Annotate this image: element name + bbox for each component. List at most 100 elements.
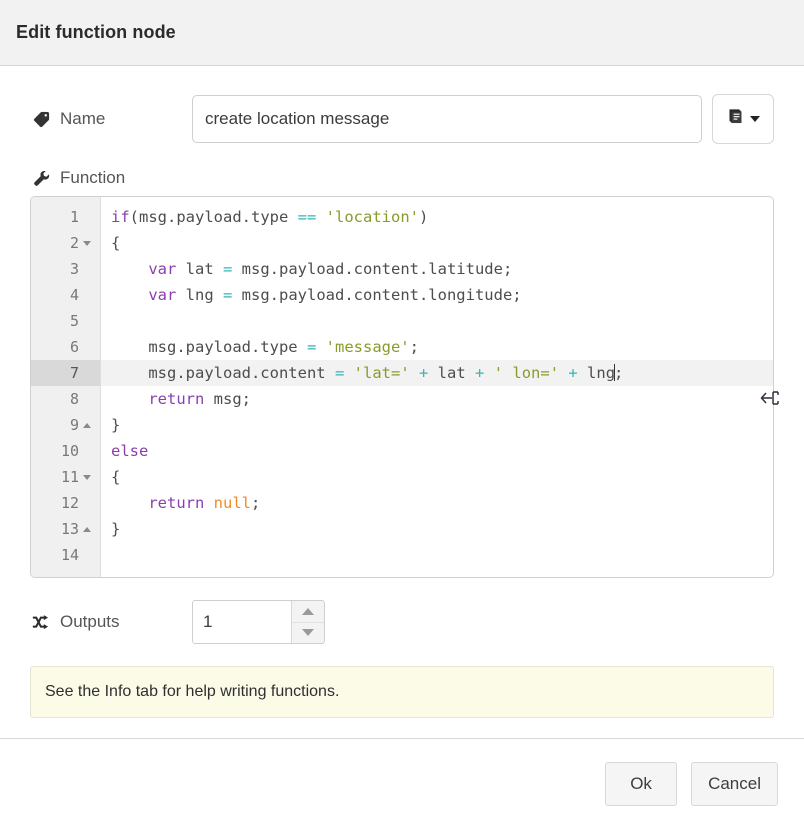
function-code-editor[interactable]: 1234567891011121314 if(msg.payload.type … [30, 196, 774, 578]
info-tip-text: See the Info tab for help writing functi… [45, 683, 339, 700]
gutter-line: 2 [31, 230, 100, 256]
code-line[interactable]: else [101, 438, 773, 464]
code-token: = [223, 286, 232, 304]
editor-code-area[interactable]: if(msg.payload.type == 'location'){ var … [101, 197, 773, 577]
chevron-down-icon [750, 116, 760, 122]
code-token: (msg.payload.type [130, 208, 298, 226]
code-line[interactable]: var lat = msg.payload.content.latitude; [101, 256, 773, 282]
line-number: 7 [70, 360, 79, 386]
code-line[interactable]: } [101, 516, 773, 542]
gutter-line: 7 [31, 360, 100, 386]
code-token [559, 364, 568, 382]
name-input[interactable] [192, 95, 702, 143]
library-dropdown-button[interactable] [712, 94, 774, 144]
line-number: 1 [70, 204, 79, 230]
code-line[interactable]: { [101, 230, 773, 256]
name-label: Name [30, 109, 192, 129]
triangle-up-icon [302, 608, 314, 615]
code-token: { [111, 468, 120, 486]
fold-open-icon[interactable] [80, 241, 94, 246]
line-number: 5 [70, 308, 79, 334]
wrench-icon [30, 168, 52, 188]
info-tip-box: See the Info tab for help writing functi… [30, 666, 774, 718]
outputs-input[interactable] [193, 601, 291, 643]
code-token: return [148, 494, 204, 512]
code-line[interactable] [101, 308, 773, 334]
tag-icon [30, 109, 52, 129]
code-token [111, 260, 148, 278]
fold-open-icon[interactable] [80, 475, 94, 480]
line-number: 6 [70, 334, 79, 360]
gutter-line: 10 [31, 438, 100, 464]
function-label-text: Function [60, 168, 125, 188]
line-number: 13 [61, 516, 79, 542]
code-token: ; [614, 364, 623, 382]
code-line[interactable] [101, 542, 773, 568]
code-token [344, 364, 353, 382]
code-line[interactable]: if(msg.payload.type == 'location') [101, 204, 773, 230]
code-token: = [223, 260, 232, 278]
code-token [111, 286, 148, 304]
code-token: } [111, 416, 120, 434]
dialog-footer: Ok Cancel [0, 738, 804, 828]
outputs-row: Outputs [30, 600, 774, 644]
line-number: 8 [70, 386, 79, 412]
outputs-stepper[interactable] [192, 600, 325, 644]
outputs-label: Outputs [30, 612, 192, 632]
code-token: lat [428, 364, 475, 382]
code-token: msg.payload.type [111, 338, 307, 356]
code-token: else [111, 442, 148, 460]
code-line[interactable]: return msg; [101, 386, 773, 412]
code-line[interactable]: msg.payload.content = 'lat=' + lat + ' l… [101, 360, 773, 386]
gutter-line: 14 [31, 542, 100, 568]
code-token: lng [176, 286, 223, 304]
book-icon [726, 107, 745, 131]
gutter-line: 6 [31, 334, 100, 360]
code-line[interactable]: msg.payload.type = 'message'; [101, 334, 773, 360]
code-token: ) [419, 208, 428, 226]
code-token: var [148, 260, 176, 278]
outputs-decrement-button[interactable] [292, 623, 324, 644]
code-token: } [111, 520, 120, 538]
line-number: 12 [61, 490, 79, 516]
cancel-button[interactable]: Cancel [691, 762, 778, 806]
code-token: + [568, 364, 577, 382]
gutter-line: 3 [31, 256, 100, 282]
code-token [111, 390, 148, 408]
line-number: 2 [70, 230, 79, 256]
code-token: 'location' [326, 208, 419, 226]
gutter-line: 1 [31, 204, 100, 230]
code-token: msg; [204, 390, 251, 408]
code-token: null [214, 494, 251, 512]
code-token [316, 208, 325, 226]
line-number: 14 [61, 542, 79, 568]
gutter-line: 8 [31, 386, 100, 412]
line-number: 3 [70, 256, 79, 282]
shuffle-icon [30, 612, 52, 632]
code-token: var [148, 286, 176, 304]
name-label-text: Name [60, 109, 105, 129]
outputs-increment-button[interactable] [292, 601, 324, 623]
code-token: == [298, 208, 317, 226]
code-token: lng [578, 364, 615, 382]
code-line[interactable]: return null; [101, 490, 773, 516]
gutter-line: 13 [31, 516, 100, 542]
code-token: 'lat=' [354, 364, 410, 382]
code-token: if [111, 208, 130, 226]
code-token [204, 494, 213, 512]
function-label: Function [30, 168, 192, 188]
fold-close-icon[interactable] [80, 423, 94, 428]
code-line[interactable]: } [101, 412, 773, 438]
code-line[interactable]: { [101, 464, 773, 490]
editor-gutter: 1234567891011121314 [31, 197, 101, 577]
ok-button[interactable]: Ok [605, 762, 677, 806]
fold-close-icon[interactable] [80, 527, 94, 532]
code-token [484, 364, 493, 382]
gutter-line: 4 [31, 282, 100, 308]
code-token: ; [251, 494, 260, 512]
code-token: msg.payload.content [111, 364, 335, 382]
triangle-down-icon [302, 629, 314, 636]
line-number: 4 [70, 282, 79, 308]
code-line[interactable]: var lng = msg.payload.content.longitude; [101, 282, 773, 308]
code-token [316, 338, 325, 356]
